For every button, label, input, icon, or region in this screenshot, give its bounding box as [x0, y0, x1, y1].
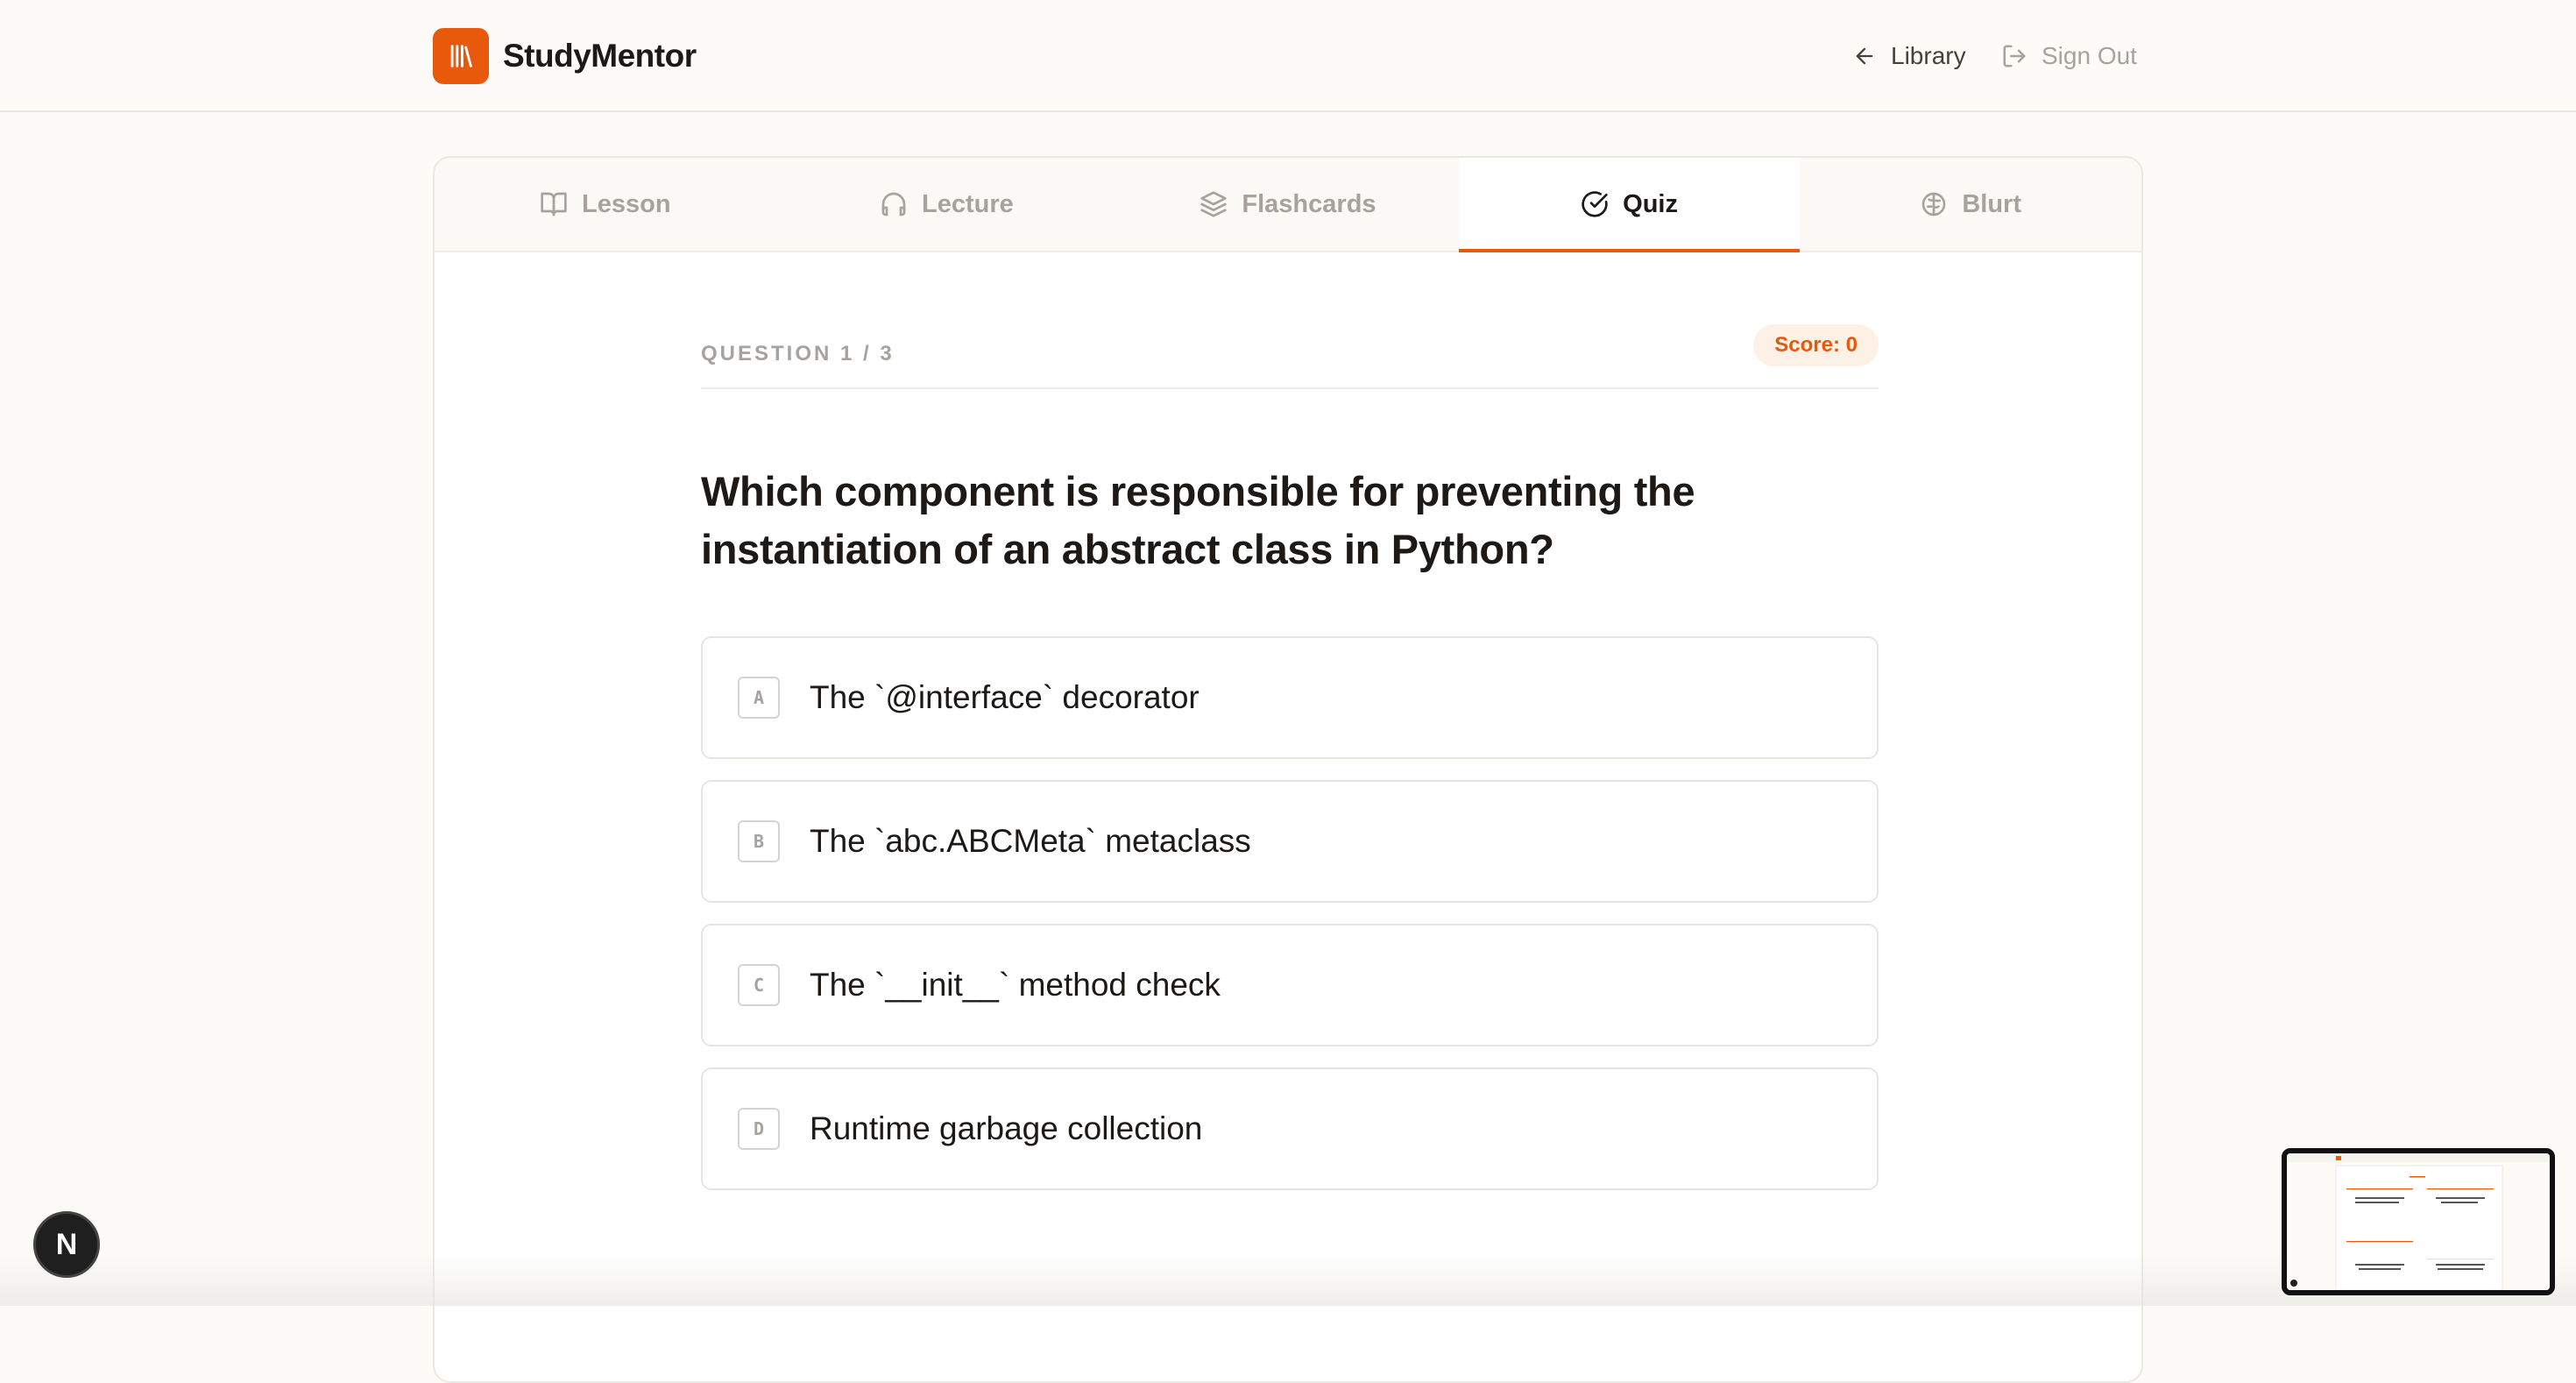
headphones-icon	[881, 192, 906, 216]
check-circle-icon	[1582, 191, 1608, 217]
library-books-icon	[450, 45, 472, 67]
tab-blurt[interactable]: Blurt	[1800, 158, 2141, 251]
book-open-icon	[541, 192, 567, 216]
app-logo[interactable]	[433, 28, 489, 84]
question-meta: QUESTION 1 / 3 Score: 0	[701, 324, 1879, 389]
tab-label: Lesson	[582, 189, 671, 218]
score-badge: Score: 0	[1753, 324, 1879, 366]
preview-thumbnail-image	[2287, 1153, 2550, 1290]
option-c[interactable]: C The `__init__` method check	[701, 924, 1879, 1046]
option-text: The `@interface` decorator	[810, 679, 1200, 715]
tab-lesson[interactable]: Lesson	[435, 158, 776, 251]
brand-name[interactable]: StudyMentor	[503, 33, 697, 79]
option-b[interactable]: B The `abc.ABCMeta` metaclass	[701, 780, 1879, 903]
library-link[interactable]: Library	[1852, 35, 1966, 77]
arrow-left-icon	[1856, 47, 1873, 65]
preview-thumbnail[interactable]	[2282, 1148, 2555, 1295]
signout-label: Sign Out	[2042, 42, 2137, 69]
tab-label: Lecture	[922, 189, 1014, 218]
option-letter: D	[738, 1108, 780, 1150]
signout-link[interactable]: Sign Out	[2001, 35, 2137, 77]
tab-label: Quiz	[1623, 189, 1678, 218]
tab-flashcards[interactable]: Flashcards	[1117, 158, 1459, 251]
option-letter: C	[738, 964, 780, 1006]
option-text: The `__init__` method check	[810, 967, 1221, 1003]
option-text: The `abc.ABCMeta` metaclass	[810, 823, 1251, 859]
brain-icon	[1921, 192, 1946, 216]
log-out-icon	[2003, 45, 2026, 67]
option-a[interactable]: A The `@interface` decorator	[701, 636, 1879, 759]
tab-bar: Lesson Lecture Flashcards Quiz Blurt	[435, 158, 2141, 252]
tab-quiz[interactable]: Quiz	[1458, 158, 1801, 252]
tab-label: Flashcards	[1242, 189, 1376, 218]
tab-lecture[interactable]: Lecture	[776, 158, 1118, 251]
library-label: Library	[1891, 42, 1966, 69]
option-d[interactable]: D Runtime garbage collection	[701, 1067, 1879, 1190]
study-card: Lesson Lecture Flashcards Quiz Blurt QUE…	[433, 156, 2143, 1383]
question-text: Which component is responsible for preve…	[701, 468, 1695, 572]
tab-label: Blurt	[1962, 189, 2021, 218]
option-text: Runtime garbage collection	[810, 1110, 1203, 1146]
layers-icon	[1200, 191, 1228, 217]
dev-tools-badge[interactable]: N	[33, 1211, 100, 1278]
question-counter: QUESTION 1 / 3	[701, 342, 895, 365]
top-header: StudyMentor Library Sign Out	[0, 0, 2576, 112]
option-letter: B	[738, 820, 780, 862]
option-letter: A	[738, 677, 780, 719]
